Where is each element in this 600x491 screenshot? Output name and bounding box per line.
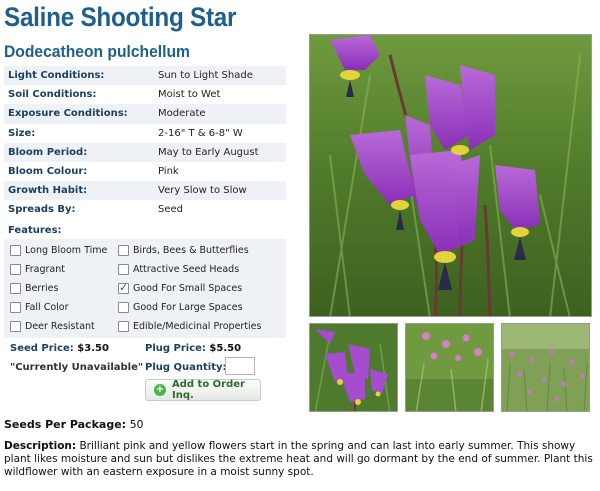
- seed-price-label: Seed Price:: [10, 343, 74, 354]
- attr-row: Bloom Period: May to Early August: [4, 142, 286, 162]
- feature-label: Berries: [25, 283, 59, 294]
- main-plant-photo: [309, 34, 592, 317]
- feature-birds-bees-butterflies[interactable]: Birds, Bees & Butterflies: [118, 245, 249, 256]
- feature-checkbox[interactable]: [10, 321, 21, 332]
- add-to-order-button[interactable]: + Add to Order Inq.: [145, 379, 261, 401]
- thumbnail-photo-3[interactable]: [501, 323, 590, 412]
- thumbnail-photo-1[interactable]: [309, 323, 398, 412]
- plug-price-value: $5.50: [209, 343, 242, 354]
- latin-name: Dodecatheon pulchellum: [4, 42, 190, 61]
- attr-value: Pink: [158, 166, 179, 178]
- thumbnail-photo-2[interactable]: [405, 323, 494, 412]
- attr-row: Size: 2-16" T & 6-8" W: [4, 124, 286, 143]
- attr-label: Size:: [8, 127, 36, 139]
- feature-label: Birds, Bees & Butterflies: [133, 245, 249, 256]
- feature-checkbox[interactable]: [118, 321, 129, 332]
- attributes-table: Light Conditions: Sun to Light Shade Soil…: [4, 66, 286, 220]
- feature-checkbox[interactable]: [118, 264, 129, 275]
- feature-fragrant[interactable]: Fragrant: [10, 264, 65, 275]
- attr-value: Moderate: [154, 104, 286, 124]
- features-box: Long Bloom Time Birds, Bees & Butterflie…: [4, 239, 286, 338]
- feature-label: Fall Color: [25, 302, 69, 313]
- seeds-per-package-value: 50: [129, 418, 144, 431]
- plug-price-label: Plug Price:: [145, 343, 206, 354]
- feature-checkbox-checked[interactable]: [118, 281, 129, 294]
- feature-good-for-small-spaces[interactable]: Good For Small Spaces: [118, 281, 243, 294]
- attr-value: Sun to Light Shade: [154, 66, 286, 86]
- attr-value: May to Early August: [154, 142, 286, 162]
- attr-label: Growth Habit:: [4, 181, 154, 201]
- attr-value: 2-16" T & 6-8" W: [158, 127, 243, 139]
- feature-label: Fragrant: [25, 264, 66, 275]
- attr-row: Light Conditions: Sun to Light Shade: [4, 66, 286, 86]
- feature-checkbox[interactable]: [10, 283, 21, 294]
- seed-price-value: $3.50: [77, 343, 109, 354]
- feature-berries[interactable]: Berries: [10, 283, 58, 294]
- feature-label: Edible/Medicinal Properties: [133, 321, 262, 332]
- plus-circle-icon: +: [154, 384, 166, 396]
- feature-deer-resistant[interactable]: Deer Resistant: [10, 321, 95, 332]
- attr-label: Bloom Period:: [4, 142, 154, 162]
- description-label: Description:: [4, 440, 77, 452]
- attr-row: Exposure Conditions: Moderate: [4, 104, 286, 124]
- seeds-per-package-label: Seeds Per Package:: [4, 418, 127, 431]
- attr-value: Very Slow to Slow: [154, 181, 286, 201]
- feature-good-for-large-spaces[interactable]: Good For Large Spaces: [118, 302, 243, 313]
- add-to-order-label: Add to Order Inq.: [172, 379, 245, 401]
- attr-label: Spreads By:: [8, 204, 76, 216]
- attr-label: Exposure Conditions:: [4, 104, 154, 124]
- feature-label: Good For Large Spaces: [133, 302, 243, 313]
- seed-price: Seed Price: $3.50: [10, 343, 109, 354]
- description: Description: Brilliant pink and yellow f…: [4, 440, 594, 479]
- attr-label: Bloom Colour:: [8, 166, 88, 178]
- attr-row: Spreads By: Seed: [4, 200, 286, 219]
- feature-checkbox[interactable]: [10, 264, 21, 275]
- feature-fall-color[interactable]: Fall Color: [10, 302, 69, 313]
- features-label: Features:: [8, 225, 62, 236]
- feature-label: Attractive Seed Heads: [133, 264, 240, 275]
- feature-long-bloom-time[interactable]: Long Bloom Time: [10, 245, 107, 256]
- attr-value: Seed: [158, 204, 183, 216]
- seeds-per-package: Seeds Per Package: 50: [4, 418, 144, 431]
- attr-row: Bloom Colour: Pink: [4, 162, 286, 181]
- feature-edible-medicinal[interactable]: Edible/Medicinal Properties: [118, 321, 261, 332]
- feature-checkbox[interactable]: [10, 302, 21, 313]
- feature-checkbox[interactable]: [10, 245, 21, 256]
- attr-label: Light Conditions:: [4, 66, 154, 86]
- description-text: Brilliant pink and yellow flowers start …: [4, 440, 593, 478]
- attr-row: Soil Conditions: Moist to Wet: [4, 85, 286, 104]
- feature-label: Long Bloom Time: [25, 245, 108, 256]
- plug-quantity-input[interactable]: [225, 357, 255, 375]
- feature-label: Good For Small Spaces: [133, 283, 243, 294]
- seed-status: "Currently Unavailable": [10, 362, 144, 373]
- feature-checkbox[interactable]: [118, 245, 129, 256]
- attr-value: Moist to Wet: [158, 89, 221, 101]
- feature-label: Deer Resistant: [25, 321, 95, 332]
- plug-quantity-label: Plug Quantity:: [145, 362, 227, 373]
- feature-checkbox[interactable]: [118, 302, 129, 313]
- feature-attractive-seed-heads[interactable]: Attractive Seed Heads: [118, 264, 239, 275]
- attr-label: Soil Conditions:: [8, 89, 97, 101]
- page-title: Saline Shooting Star: [4, 2, 237, 32]
- attr-row: Growth Habit: Very Slow to Slow: [4, 181, 286, 201]
- plug-price: Plug Price: $5.50: [145, 343, 241, 354]
